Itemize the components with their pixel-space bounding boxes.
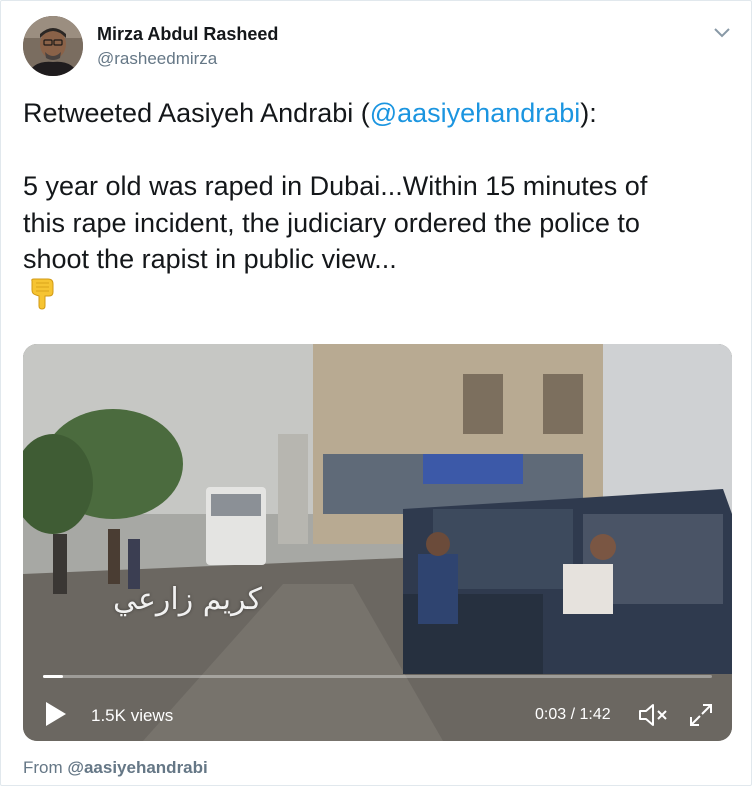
- video-progress-bar[interactable]: [43, 675, 712, 678]
- tweet-text: Retweeted Aasiyeh Andrabi (@aasiyehandra…: [23, 95, 723, 278]
- volume-muted-icon[interactable]: [637, 701, 669, 729]
- video-frame: [23, 344, 732, 741]
- tweet-body: 5 year old was raped in Dubai...Within 1…: [23, 171, 648, 274]
- tweet-card: Mirza Abdul Rasheed @rasheedmirza Retwee…: [0, 0, 752, 786]
- video-player[interactable]: كريم زارعي 1.5K views 0:03 / 1:42: [23, 344, 732, 741]
- chevron-down-icon[interactable]: [711, 23, 733, 41]
- video-progress-fill: [43, 675, 64, 678]
- author-handle[interactable]: @rasheedmirza: [97, 49, 217, 69]
- pointing-down-hand-icon: [25, 277, 59, 311]
- avatar-image: [23, 16, 83, 76]
- play-icon[interactable]: [43, 699, 69, 729]
- source-handle-link[interactable]: @aasiyehandrabi: [67, 758, 207, 777]
- source-label: From: [23, 758, 68, 777]
- avatar[interactable]: [23, 16, 83, 76]
- retweet-suffix: ):: [580, 98, 597, 128]
- fullscreen-icon[interactable]: [687, 701, 715, 729]
- video-watermark: كريم زارعي: [113, 582, 262, 617]
- retweet-prefix: Retweeted Aasiyeh Andrabi (: [23, 98, 370, 128]
- source-attribution: From @aasiyehandrabi: [23, 758, 208, 778]
- video-time: 0:03 / 1:42: [535, 706, 611, 723]
- mention-link[interactable]: @aasiyehandrabi: [370, 98, 581, 128]
- view-count: 1.5K views: [91, 706, 174, 725]
- author-name[interactable]: Mirza Abdul Rasheed: [97, 24, 278, 45]
